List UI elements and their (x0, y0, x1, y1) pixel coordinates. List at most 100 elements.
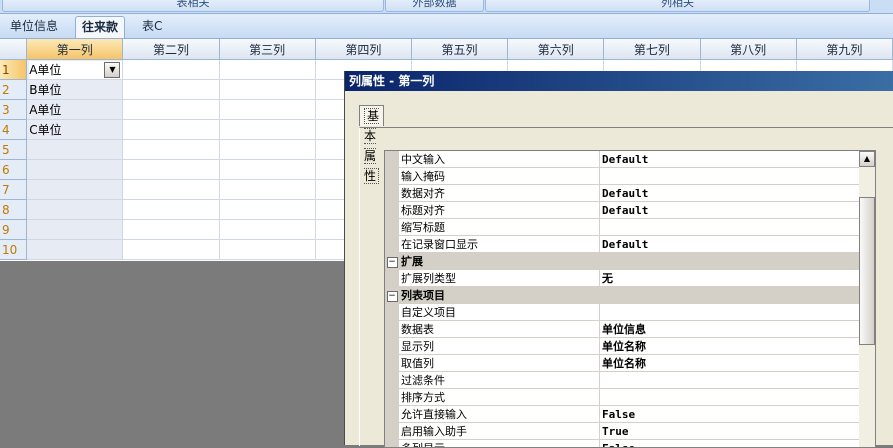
scroll-thumb[interactable] (859, 197, 875, 345)
grid-cell[interactable] (27, 200, 123, 220)
collapse-icon[interactable]: − (385, 287, 399, 304)
property-row[interactable]: 多列显示False (385, 440, 859, 448)
scroll-up-icon[interactable]: ▲ (859, 151, 875, 167)
property-row[interactable]: 数据表单位信息 (385, 321, 859, 338)
column-header[interactable]: 第六列 (508, 39, 604, 60)
grid-cell[interactable] (219, 140, 315, 160)
property-value[interactable]: 单位信息 (600, 321, 860, 338)
grid-cell[interactable] (123, 80, 219, 100)
grid-cell[interactable] (27, 140, 123, 160)
property-row[interactable]: 输入掩码 (385, 168, 859, 185)
column-header[interactable]: 第五列 (411, 39, 507, 60)
grid-cell[interactable] (219, 180, 315, 200)
grid-cell[interactable] (27, 160, 123, 180)
row-header[interactable]: 7 (0, 180, 27, 200)
row-header[interactable]: 3 (0, 100, 27, 120)
property-value[interactable] (600, 389, 860, 406)
property-row[interactable]: 取值列单位名称 (385, 355, 859, 372)
grid-cell[interactable] (219, 200, 315, 220)
grid-cell[interactable] (219, 60, 315, 80)
property-value[interactable]: 无 (600, 270, 860, 287)
grid-cell[interactable] (219, 160, 315, 180)
property-row[interactable]: 在记录窗口显示Default (385, 236, 859, 253)
property-row[interactable]: 中文输入Default (385, 151, 859, 168)
grid-cell[interactable]: C单位 (27, 120, 123, 140)
property-value[interactable]: False (600, 406, 860, 423)
grid-cell[interactable] (123, 100, 219, 120)
tab-accounts[interactable]: 往来款 (75, 16, 125, 38)
grid-cell[interactable] (123, 220, 219, 240)
property-value[interactable] (600, 372, 860, 389)
dialog-title[interactable]: 列属性 - 第一列 (345, 71, 893, 91)
column-header[interactable]: 第四列 (315, 39, 411, 60)
grid-cell[interactable] (123, 140, 219, 160)
ribbon-column-button[interactable]: 列相关 (485, 0, 870, 12)
row-header[interactable]: 5 (0, 140, 27, 160)
property-value[interactable] (600, 304, 860, 321)
column-header[interactable]: 第八列 (700, 39, 796, 60)
property-row[interactable]: 自定义项目 (385, 304, 859, 321)
grid-cell[interactable] (123, 180, 219, 200)
grid-cell[interactable] (123, 60, 219, 80)
property-scrollbar[interactable]: ▲ (859, 151, 875, 447)
tab-table-c[interactable]: 表C (136, 16, 168, 37)
column-header[interactable]: 第三列 (219, 39, 315, 60)
property-row[interactable]: 缩写标题 (385, 219, 859, 236)
grid-cell[interactable] (219, 80, 315, 100)
column-header[interactable]: 第九列 (796, 39, 892, 60)
row-header[interactable]: 8 (0, 200, 27, 220)
property-value[interactable] (600, 168, 860, 185)
tab-unit-info[interactable]: 单位信息 (4, 16, 64, 37)
corner-cell[interactable] (0, 39, 27, 60)
grid-cell[interactable] (219, 240, 315, 260)
property-row[interactable]: 显示列单位名称 (385, 338, 859, 355)
property-category-row[interactable]: −扩展 (385, 253, 859, 270)
active-cell-combo[interactable]: A单位▼ (27, 60, 123, 80)
row-header[interactable]: 9 (0, 220, 27, 240)
collapse-toggle-icon[interactable]: − (387, 291, 398, 302)
grid-cell[interactable]: B单位 (27, 80, 123, 100)
property-value[interactable]: False (600, 440, 860, 448)
grid-cell[interactable] (219, 100, 315, 120)
grid-cell[interactable] (27, 220, 123, 240)
row-header[interactable]: 1 (0, 60, 27, 80)
property-value[interactable]: Default (600, 236, 860, 253)
row-header[interactable]: 2 (0, 80, 27, 100)
property-value[interactable]: Default (600, 151, 860, 168)
dropdown-arrow-icon[interactable]: ▼ (104, 62, 120, 78)
property-value[interactable]: 单位名称 (600, 338, 860, 355)
column-header[interactable]: 第二列 (123, 39, 219, 60)
property-row[interactable]: 扩展列类型无 (385, 270, 859, 287)
grid-cell[interactable] (123, 240, 219, 260)
grid-cell[interactable] (123, 160, 219, 180)
property-row[interactable]: 数据对齐Default (385, 185, 859, 202)
row-header[interactable]: 4 (0, 120, 27, 140)
property-value[interactable]: True (600, 423, 860, 440)
column-header[interactable]: 第七列 (604, 39, 700, 60)
property-row[interactable]: 允许直接输入False (385, 406, 859, 423)
property-row[interactable]: 过滤条件 (385, 372, 859, 389)
ribbon-table-button[interactable]: 表相关 (2, 0, 384, 12)
ribbon-external-data-button[interactable]: 外部数据 (385, 0, 484, 12)
grid-cell[interactable] (123, 120, 219, 140)
property-value[interactable] (600, 219, 860, 236)
grid-cell[interactable]: A单位 (27, 100, 123, 120)
column-header[interactable]: 第一列 (27, 39, 123, 60)
property-row[interactable]: 启用输入助手True (385, 423, 859, 440)
property-row[interactable]: 标题对齐Default (385, 202, 859, 219)
grid-cell[interactable] (219, 220, 315, 240)
row-header[interactable]: 10 (0, 240, 27, 260)
property-value[interactable]: Default (600, 202, 860, 219)
row-header[interactable]: 6 (0, 160, 27, 180)
tab-basic-properties[interactable]: 基本属性 (359, 105, 384, 126)
property-row[interactable]: 排序方式 (385, 389, 859, 406)
grid-cell[interactable] (123, 200, 219, 220)
property-value[interactable]: 单位名称 (600, 355, 860, 372)
collapse-icon[interactable]: − (385, 253, 399, 270)
collapse-toggle-icon[interactable]: − (387, 257, 398, 268)
grid-cell[interactable] (219, 120, 315, 140)
property-value[interactable]: Default (600, 185, 860, 202)
grid-cell[interactable] (27, 180, 123, 200)
property-category-row[interactable]: −列表项目 (385, 287, 859, 304)
grid-cell[interactable] (27, 240, 123, 260)
